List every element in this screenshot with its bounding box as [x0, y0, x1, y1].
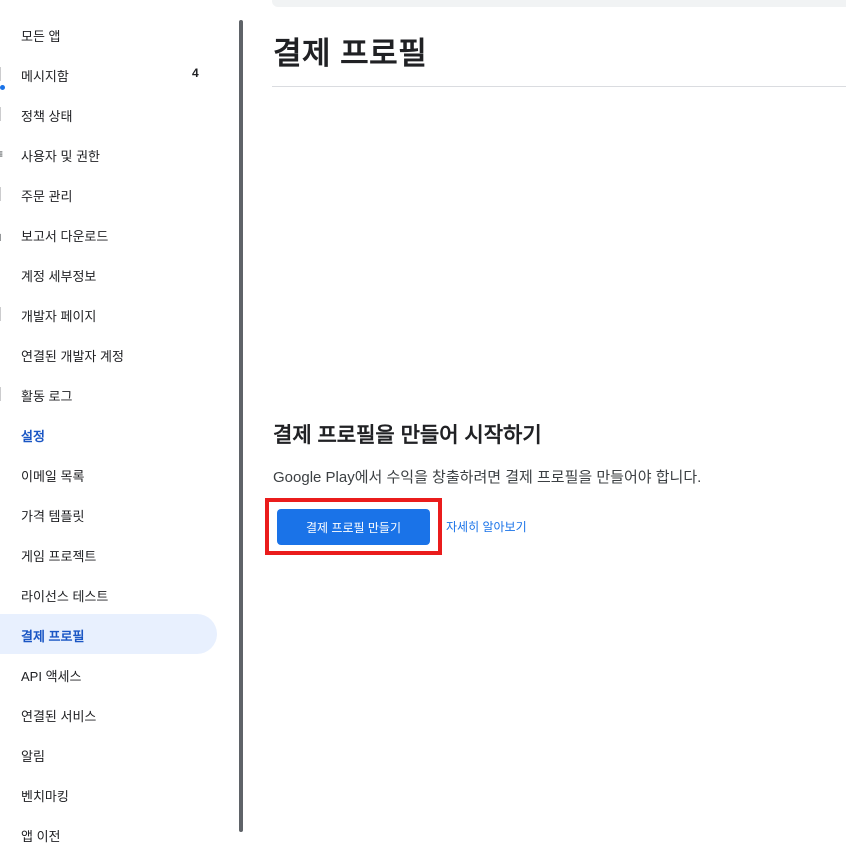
- sidebar-item-label: 메시지함: [21, 69, 69, 84]
- sidebar-item-order-management[interactable]: ▌ 주문 관리: [0, 174, 217, 214]
- sidebar-item-label: 설정: [21, 429, 45, 444]
- download-icon: ╻: [0, 227, 4, 241]
- sidebar-item-label: 벤치마킹: [21, 789, 69, 804]
- sidebar-item-linked-developer-accounts[interactable]: ) 연결된 개발자 계정: [0, 334, 217, 374]
- linked-account-icon: ): [0, 347, 4, 361]
- sidebar-item-label: 라이선스 테스트: [21, 589, 109, 604]
- sidebar-item-settings[interactable]: } 설정: [0, 414, 217, 454]
- create-payments-profile-button[interactable]: 결제 프로필 만들기: [277, 509, 430, 545]
- developer-page-icon: ▌: [0, 307, 4, 321]
- sidebar-item-app-transfer[interactable]: 앱 이전: [0, 814, 217, 854]
- sidebar-item-label: API 액세스: [21, 669, 82, 684]
- sidebar-item-notifications[interactable]: 알림: [0, 734, 217, 774]
- sidebar-item-pricing-templates[interactable]: 가격 템플릿: [0, 494, 217, 534]
- sidebar-item-label: 알림: [21, 749, 45, 764]
- sidebar-item-download-reports[interactable]: ╻ 보고서 다운로드: [0, 214, 217, 254]
- empty-state-heading: 결제 프로필을 만들어 시작하기: [273, 424, 542, 447]
- sidebar-item-label: 연결된 서비스: [21, 709, 97, 724]
- unread-dot: [0, 85, 5, 90]
- sidebar-item-label: 모든 앱: [21, 29, 61, 44]
- sidebar: ▪ 모든 앱 ▌ 메시지함 4 ▌ 정책 상태 ≡ 사용자 및 권한 ▌ 주문 …: [0, 0, 240, 846]
- sidebar-item-label: 개발자 페이지: [21, 309, 97, 324]
- page-title: 결제 프로필: [273, 36, 428, 71]
- sidebar-item-label: 보고서 다운로드: [21, 229, 109, 244]
- inbox-icon: ▌: [0, 67, 4, 81]
- top-bar: [272, 0, 846, 7]
- people-icon: ≡: [0, 147, 4, 161]
- sidebar-item-policy-status[interactable]: ▌ 정책 상태: [0, 94, 217, 134]
- sidebar-item-label: 결제 프로필: [21, 629, 85, 644]
- sidebar-item-users-permissions[interactable]: ≡ 사용자 및 권한: [0, 134, 217, 174]
- sidebar-item-payments-profile[interactable]: 결제 프로필: [0, 614, 217, 654]
- sidebar-item-account-details[interactable]: ) 계정 세부정보: [0, 254, 217, 294]
- account-icon: ): [0, 267, 4, 281]
- sidebar-item-label: 계정 세부정보: [21, 269, 97, 284]
- sidebar-item-label: 연결된 개발자 계정: [21, 349, 124, 364]
- policy-icon: ▌: [0, 107, 4, 121]
- sidebar-item-activity-log[interactable]: ▌ 활동 로그: [0, 374, 217, 414]
- activity-log-icon: ▌: [0, 387, 4, 401]
- sidebar-item-label: 가격 템플릿: [21, 509, 85, 524]
- sidebar-item-linked-services[interactable]: 연결된 서비스: [0, 694, 217, 734]
- orders-icon: ▌: [0, 187, 4, 201]
- empty-state-description: Google Play에서 수익을 창출하려면 결제 프로필을 만들어야 합니다…: [273, 469, 702, 486]
- sidebar-item-developer-page[interactable]: ▌ 개발자 페이지: [0, 294, 217, 334]
- apps-icon: ▪: [0, 27, 4, 41]
- sidebar-item-label: 앱 이전: [21, 829, 61, 844]
- sidebar-item-email-lists[interactable]: 이메일 목록: [0, 454, 217, 494]
- settings-icon: }: [0, 427, 4, 441]
- sidebar-item-label: 주문 관리: [21, 189, 73, 204]
- sidebar-item-license-testing[interactable]: 라이선스 테스트: [0, 574, 217, 614]
- sidebar-item-benchmarking[interactable]: 벤치마킹: [0, 774, 217, 814]
- sidebar-item-label: 사용자 및 권한: [21, 149, 100, 164]
- sidebar-item-label: 활동 로그: [21, 389, 73, 404]
- sidebar-item-label: 게임 프로젝트: [21, 549, 97, 564]
- sidebar-item-inbox[interactable]: ▌ 메시지함 4: [0, 54, 217, 94]
- sidebar-item-all-apps[interactable]: ▪ 모든 앱: [0, 14, 217, 54]
- divider: [272, 86, 846, 87]
- sidebar-item-label: 이메일 목록: [21, 469, 85, 484]
- sidebar-item-api-access[interactable]: API 액세스: [0, 654, 217, 694]
- sidebar-item-label: 정책 상태: [21, 109, 73, 124]
- learn-more-link[interactable]: 자세히 알아보기: [446, 518, 527, 535]
- unread-count-badge: 4: [192, 66, 199, 80]
- sidebar-item-game-projects[interactable]: 게임 프로젝트: [0, 534, 217, 574]
- sidebar-scrollbar[interactable]: [239, 20, 243, 832]
